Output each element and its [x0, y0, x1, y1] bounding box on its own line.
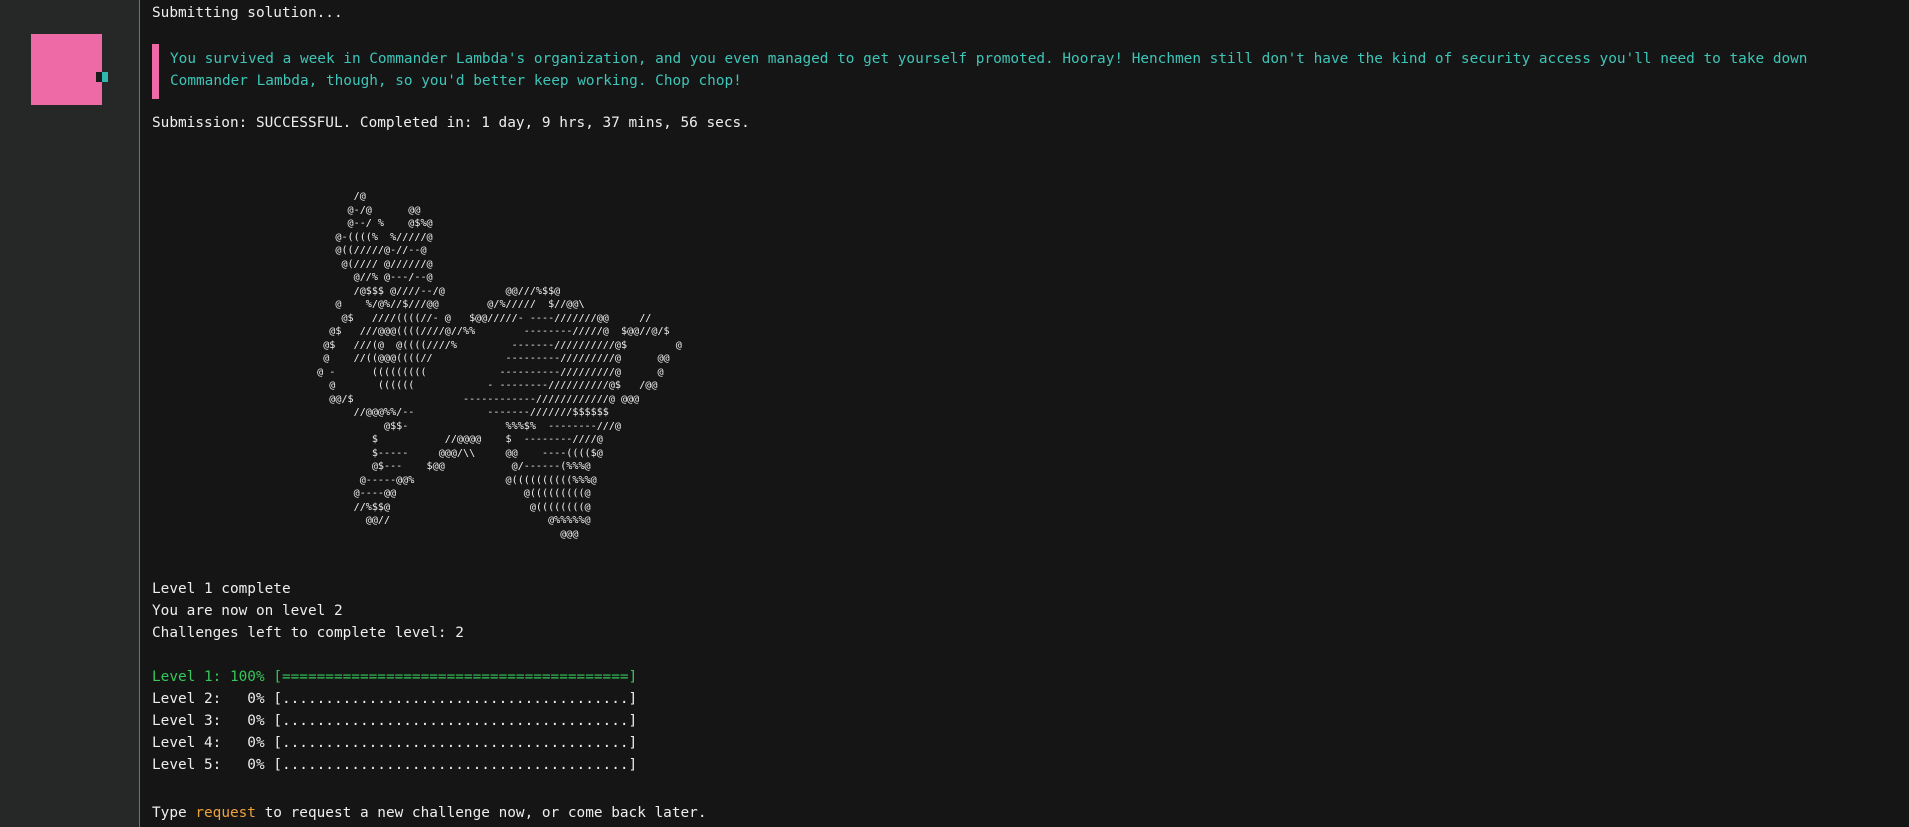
level-complete-line: Level 1 complete [152, 581, 291, 597]
request-command[interactable]: request [195, 805, 256, 821]
avatar-marker-teal [102, 72, 108, 82]
submission-status: Submission: SUCCESSFUL. Completed in: 1 … [152, 115, 750, 131]
progress-row-level-3: Level 3: 0% [...........................… [152, 710, 637, 732]
progress-bar: [.......................................… [273, 713, 638, 729]
progress-label: Level 5: [152, 757, 222, 773]
sidebar [0, 0, 140, 827]
progress-label: Level 2: [152, 691, 222, 707]
challenges-left-line: Challenges left to complete level: 2 [152, 625, 464, 641]
user-avatar [31, 34, 102, 105]
bunny-ascii-art: /@ @-/@ @@ @--/ % @$%@ @-((((% %/////@ @… [317, 191, 682, 540]
progress-label: Level 3: [152, 713, 222, 729]
progress-percent: 0% [229, 735, 265, 751]
prompt-prefix: Type [152, 805, 196, 821]
progress-bar: [.......................................… [273, 735, 638, 751]
prompt-suffix: to request a new challenge now, or come … [255, 805, 707, 821]
current-level-line: You are now on level 2 [152, 603, 343, 619]
request-prompt-line: Type request to request a new challenge … [152, 802, 707, 824]
progress-bar: [.......................................… [273, 691, 638, 707]
message-text: You survived a week in Commander Lambda'… [170, 51, 1808, 89]
progress-bar: [.......................................… [273, 757, 638, 773]
progress-bar: [=======================================… [273, 669, 638, 685]
progress-label: Level 1: [152, 669, 222, 685]
message-accent-bar [152, 44, 159, 99]
progress-percent: 0% [229, 757, 265, 773]
progress-percent: 0% [229, 713, 265, 729]
terminal-output[interactable]: Submitting solution... You survived a we… [152, 0, 1892, 827]
progress-percent: 0% [229, 691, 265, 707]
progress-label: Level 4: [152, 735, 222, 751]
progress-row-level-4: Level 4: 0% [...........................… [152, 732, 637, 754]
progress-percent: 100% [229, 669, 265, 685]
progress-row-level-2: Level 2: 0% [...........................… [152, 688, 637, 710]
progress-row-level-5: Level 5: 0% [...........................… [152, 754, 637, 776]
progress-row-level-1: Level 1: 100% [=========================… [152, 666, 637, 688]
lambda-message: You survived a week in Commander Lambda'… [152, 44, 1872, 100]
submitting-line: Submitting solution... [152, 5, 343, 21]
